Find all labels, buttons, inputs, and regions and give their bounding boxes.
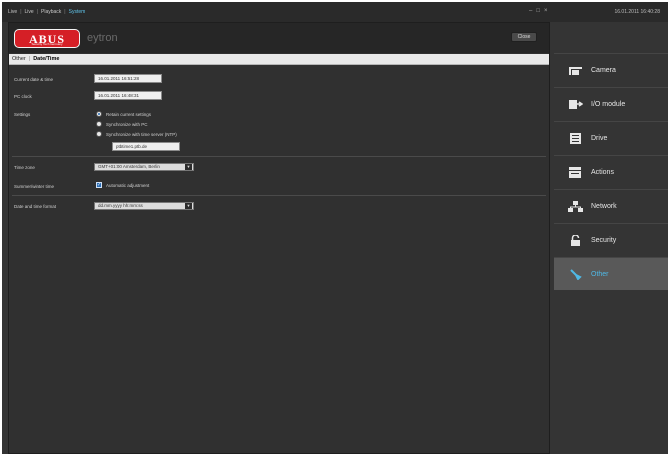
- app-window: Live | Live | Playback | System – □ × 16…: [2, 2, 668, 454]
- time-zone-value: GMT+01:00 Amsterdam, Berlin: [98, 164, 160, 169]
- abus-logo: ABUS Security Tech Germany: [14, 29, 80, 48]
- nav-live-2[interactable]: Live: [25, 9, 34, 15]
- lock-icon: [568, 234, 583, 246]
- sidebar-item-security[interactable]: Security: [554, 223, 668, 256]
- nav-system[interactable]: System: [69, 9, 86, 15]
- ntp-server-input[interactable]: ptbtime1.ptb.de: [112, 142, 180, 151]
- date-format-value: dd.mm.yyyy hh:mm:ss: [98, 203, 143, 208]
- sidebar-item-actions[interactable]: Actions: [554, 155, 668, 188]
- clock: 16.01.2011 16:40:28: [614, 9, 660, 15]
- sidebar-item-network[interactable]: Network: [554, 189, 668, 222]
- sidebar-item-label: I/O module: [591, 100, 626, 108]
- settings-sidebar: Camera I/O module Drive Actions Network: [554, 53, 668, 454]
- pc-clock-field: 16.01.2011 16:48:31: [94, 91, 162, 100]
- radio-button[interactable]: [96, 121, 102, 127]
- settings-dialog: ABUS Security Tech Germany eytron Close …: [8, 22, 550, 454]
- time-zone-select[interactable]: GMT+01:00 Amsterdam, Berlin ▼: [94, 163, 194, 171]
- nav-playback[interactable]: Playback: [41, 9, 61, 15]
- date-time-form: Current date & time 16.01.2011 16:51:28 …: [9, 65, 549, 445]
- sidebar-item-label: Other: [591, 270, 609, 278]
- wrench-icon: [568, 268, 583, 280]
- camera-icon: [568, 65, 583, 76]
- logo-tagline: Security Tech Germany: [31, 42, 63, 46]
- time-zone-label: Time zone: [14, 165, 35, 170]
- chevron-down-icon: ▼: [185, 164, 192, 170]
- divider: [12, 195, 546, 196]
- nav-live[interactable]: Live: [8, 9, 17, 15]
- product-name: eytron: [87, 32, 118, 44]
- date-format-label: Date and time format: [14, 204, 57, 209]
- radio-button[interactable]: [96, 131, 102, 137]
- sidebar-item-label: Drive: [591, 134, 608, 142]
- divider: [12, 156, 546, 157]
- date-format-select[interactable]: dd.mm.yyyy hh:mm:ss ▼: [94, 202, 194, 210]
- breadcrumb-other[interactable]: Other: [12, 56, 26, 62]
- settings-label: Settings: [14, 112, 31, 117]
- pc-clock-label: PC clock: [14, 94, 32, 99]
- minimize-icon[interactable]: –: [529, 8, 532, 14]
- dst-label: Summer/winter time: [14, 184, 55, 189]
- drive-icon: [568, 132, 583, 144]
- top-navigation: Live | Live | Playback | System: [8, 9, 85, 15]
- breadcrumb: Other | Date/Time: [9, 54, 549, 65]
- radio-label: Synchronize with PC: [106, 121, 148, 127]
- radio-label: Synchronize with time server (NTP): [106, 131, 177, 137]
- window-controls: – □ ×: [529, 8, 547, 14]
- dst-checkbox[interactable]: ✓: [96, 182, 102, 188]
- radio-label: Retain current settings: [106, 111, 152, 117]
- breadcrumb-separator: |: [28, 56, 31, 62]
- radio-retain[interactable]: Retain current settings: [96, 111, 151, 117]
- current-date-label: Current date & time: [14, 77, 54, 82]
- sidebar-item-label: Camera: [591, 66, 616, 74]
- current-date-field: 16.01.2011 16:51:28: [94, 74, 162, 83]
- maximize-icon[interactable]: □: [536, 8, 540, 14]
- dialog-header: ABUS Security Tech Germany eytron Close: [9, 23, 549, 53]
- dst-checkbox-row[interactable]: ✓ Automatic adjustment: [96, 182, 149, 188]
- nav-separator: |: [36, 9, 38, 15]
- close-icon[interactable]: ×: [544, 8, 548, 14]
- dst-checkbox-label: Automatic adjustment: [106, 182, 150, 188]
- network-icon: [568, 200, 583, 212]
- close-button[interactable]: Close: [511, 32, 537, 42]
- sidebar-item-io-module[interactable]: I/O module: [554, 87, 668, 120]
- chevron-down-icon: ▼: [185, 203, 192, 209]
- sidebar-item-other[interactable]: Other: [554, 257, 668, 290]
- top-bar: Live | Live | Playback | System – □ × 16…: [2, 2, 668, 22]
- radio-sync-pc[interactable]: Synchronize with PC: [96, 121, 148, 127]
- sidebar-item-drive[interactable]: Drive: [554, 121, 668, 154]
- sidebar-item-camera[interactable]: Camera: [554, 53, 668, 86]
- radio-button-selected[interactable]: [96, 111, 102, 117]
- io-module-icon: [568, 99, 583, 110]
- nav-separator: |: [20, 9, 22, 15]
- radio-sync-ntp[interactable]: Synchronize with time server (NTP): [96, 131, 177, 137]
- breadcrumb-date-time: Date/Time: [33, 56, 60, 62]
- sidebar-item-label: Network: [591, 202, 617, 210]
- sidebar-item-label: Actions: [591, 168, 614, 176]
- nav-separator: |: [64, 9, 66, 15]
- sidebar-item-label: Security: [591, 236, 617, 244]
- actions-icon: [568, 166, 583, 178]
